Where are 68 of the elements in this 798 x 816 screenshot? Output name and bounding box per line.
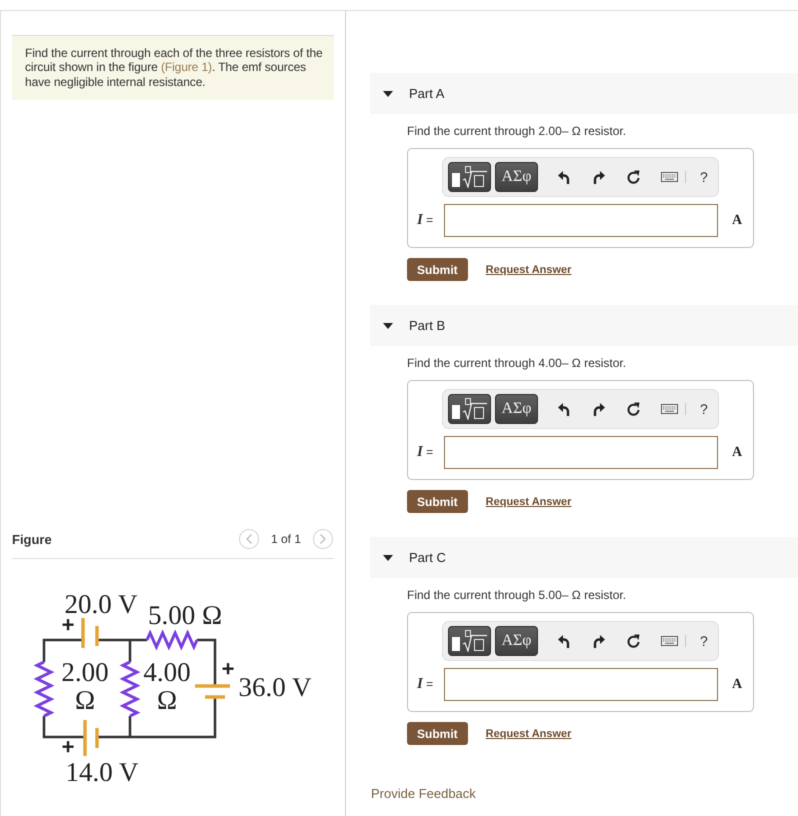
resistance-label: 5.00 Ω: [148, 600, 222, 630]
question-text: Find the current through 5.00– Ω resistor.: [407, 588, 628, 602]
unit-label: A: [732, 676, 742, 692]
request-answer-link[interactable]: Request Answer: [486, 728, 572, 740]
keyboard-icon[interactable]: [661, 172, 678, 182]
question-text: Find the current through 2.00– Ω resistor.: [407, 124, 628, 138]
help-button[interactable]: ?: [698, 169, 710, 185]
voltage-label: 36.0 V: [238, 672, 312, 702]
root-template-icon: [452, 398, 487, 420]
templates-button[interactable]: [448, 162, 491, 192]
resistor: [120, 660, 140, 718]
part-header[interactable]: Part A: [370, 73, 798, 114]
redo-icon[interactable]: [593, 170, 605, 184]
templates-button[interactable]: [448, 394, 491, 424]
voltage-label: 14.0 V: [66, 757, 138, 787]
resistor: [146, 629, 198, 651]
root-template-icon: [452, 166, 487, 188]
part-title: Part B: [409, 318, 446, 333]
request-answer-link[interactable]: Request Answer: [486, 264, 572, 276]
part-header[interactable]: Part C: [370, 537, 798, 578]
part-header[interactable]: Part B: [370, 305, 798, 346]
resistance-label: 2.00 Ω: [61, 657, 109, 715]
figure-link[interactable]: (Figure 1): [160, 60, 212, 74]
keyboard-icon[interactable]: [661, 636, 678, 646]
polarity-sign: +: [222, 656, 234, 681]
variable-label: I =: [417, 676, 434, 693]
answer-input[interactable]: [444, 436, 718, 469]
resistor: [34, 660, 54, 718]
reset-icon[interactable]: [627, 170, 640, 184]
page-indicator: 1 of 1: [270, 532, 301, 546]
variable-label: I =: [417, 444, 434, 461]
figure-title: Figure: [12, 532, 52, 546]
battery: [83, 720, 99, 756]
part-title: Part A: [409, 86, 444, 101]
resistance-label: 4.00 Ω: [143, 657, 191, 715]
battery: [81, 618, 99, 648]
undo-icon[interactable]: [558, 634, 570, 648]
templates-button[interactable]: [448, 626, 491, 656]
answer-input[interactable]: [444, 204, 718, 237]
undo-icon[interactable]: [558, 170, 570, 184]
battery: [195, 684, 230, 699]
answer-input[interactable]: [444, 668, 718, 701]
polarity-sign: +: [62, 734, 74, 759]
redo-icon[interactable]: [593, 634, 605, 648]
redo-icon[interactable]: [593, 402, 605, 416]
chevron-left-icon: [246, 534, 252, 544]
question-text: Find the current through 4.00– Ω resistor.: [407, 356, 628, 370]
keyboard-icon[interactable]: [661, 404, 678, 414]
reset-icon[interactable]: [627, 402, 640, 416]
feedback-link[interactable]: Provide Feedback: [371, 786, 476, 801]
variable-label: I =: [417, 212, 434, 229]
reset-icon[interactable]: [627, 634, 640, 648]
help-button[interactable]: ?: [698, 633, 710, 649]
undo-icon[interactable]: [558, 402, 570, 416]
submit-button[interactable]: Submit: [407, 722, 468, 745]
problem-text: Find the current through each of the three resistors of the circuit shown in the figure (Figure 1). The emf sources have negligible internal resistance.: [25, 46, 324, 89]
chevron-right-icon: [320, 534, 326, 544]
symbols-button[interactable]: ΑΣφ: [495, 394, 538, 424]
request-answer-link[interactable]: Request Answer: [486, 496, 572, 508]
submit-button[interactable]: Submit: [407, 258, 468, 281]
symbols-button[interactable]: ΑΣφ: [495, 626, 538, 656]
part-title: Part C: [409, 550, 446, 565]
unit-label: A: [732, 444, 742, 460]
submit-button[interactable]: Submit: [407, 490, 468, 513]
help-button[interactable]: ?: [698, 401, 710, 417]
symbols-button[interactable]: ΑΣφ: [495, 162, 538, 192]
unit-label: A: [732, 212, 742, 228]
root-template-icon: [452, 630, 487, 652]
